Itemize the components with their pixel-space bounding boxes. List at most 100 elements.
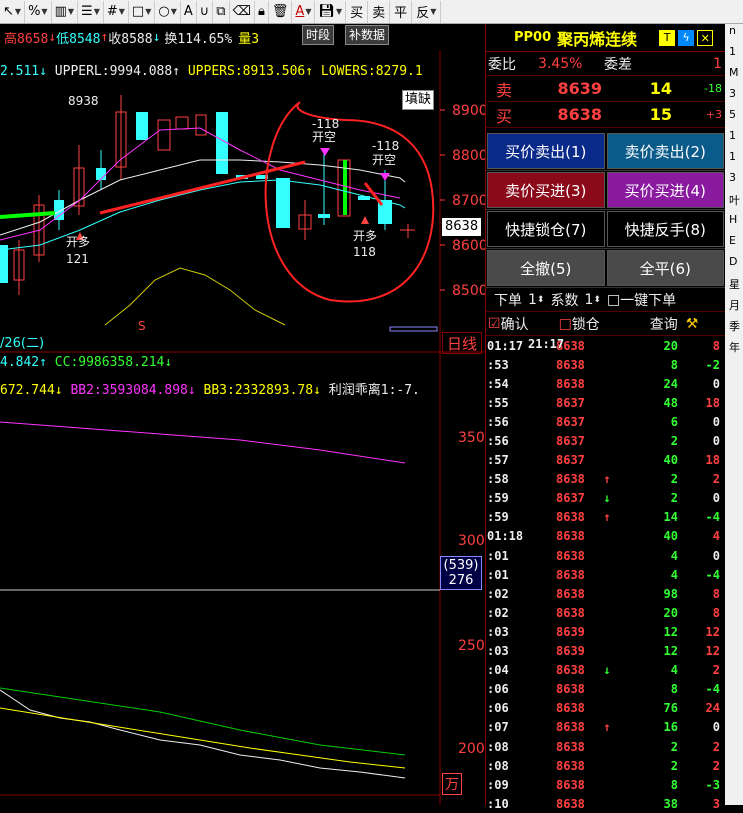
tick-volume: 20 bbox=[663, 338, 678, 353]
tick-row: :07 8638 ↑ 16 0 bbox=[486, 718, 726, 737]
price-tick-8600: 8600 bbox=[452, 238, 485, 254]
tick-oi: 0 bbox=[712, 548, 720, 563]
color-tool[interactable]: A ▼ bbox=[292, 0, 316, 23]
fill-gap-tag[interactable]: 填缺 bbox=[402, 90, 435, 110]
cancel-all-button[interactable]: 全撤(5) bbox=[487, 250, 605, 286]
buy-price[interactable]: 8638 bbox=[522, 105, 602, 124]
freehand-circle[interactable] bbox=[264, 101, 435, 303]
quick-reverse-button[interactable]: 快捷反手(8) bbox=[606, 211, 724, 247]
edge-item[interactable]: D bbox=[725, 255, 743, 276]
magnet-tool[interactable]: ∪ bbox=[197, 0, 214, 23]
stepper-icon[interactable]: ⬍ bbox=[537, 295, 545, 305]
circle-icon: ○ bbox=[158, 4, 170, 19]
ind-v0: 2.511 bbox=[0, 64, 40, 79]
daily-period-label[interactable]: 日线 bbox=[442, 332, 482, 354]
lock-tool[interactable]: 🔒︎ bbox=[255, 0, 269, 23]
tick-oi: 8 bbox=[712, 338, 720, 353]
period-button[interactable]: 时段 bbox=[302, 25, 335, 45]
coef-qty[interactable]: 1 bbox=[578, 292, 593, 308]
close-position-button[interactable]: 平 bbox=[390, 0, 413, 23]
trend-line[interactable] bbox=[99, 160, 306, 215]
tick-price: 8639 bbox=[556, 644, 585, 659]
one-key-checkbox[interactable]: □ bbox=[601, 292, 620, 308]
edge-item[interactable]: 季 bbox=[725, 318, 743, 339]
edge-item[interactable]: 叶 bbox=[725, 192, 743, 213]
arrow-down-icon: ↓ bbox=[48, 29, 57, 45]
edge-item[interactable]: 3 bbox=[725, 171, 743, 192]
query-button[interactable]: 查询 bbox=[600, 314, 678, 334]
tick-row: :01 8638 4 -4 bbox=[486, 565, 726, 584]
save-tool[interactable]: 💾︎ ▼ bbox=[315, 0, 347, 23]
ind-lowers: LOWERS:8279.1 bbox=[320, 64, 423, 79]
edge-item[interactable]: 1 bbox=[725, 45, 743, 66]
ask-price-sell-button[interactable]: 卖价卖出(2) bbox=[606, 133, 724, 169]
tick-price: 8638 bbox=[556, 701, 585, 716]
ask-price-buy-button[interactable]: 卖价买进(3) bbox=[487, 172, 605, 208]
grid-tool[interactable]: # ▼ bbox=[104, 0, 129, 23]
text-a-icon: A bbox=[183, 4, 193, 19]
tick-volume: 2 bbox=[670, 491, 678, 506]
ma-line-green bbox=[0, 211, 56, 219]
ind3-lr: 利润乖离1:-7. bbox=[328, 383, 420, 398]
tick-oi: 0 bbox=[712, 491, 720, 506]
tick-oi: 12 bbox=[705, 644, 720, 659]
kline-chart[interactable]: 8900 8800 8700 8600 8500 350 300 250 200… bbox=[0, 24, 485, 805]
tick-time: :03 bbox=[487, 624, 509, 639]
edge-item[interactable]: 星 bbox=[725, 276, 743, 297]
confirm-checkbox[interactable]: ☑ bbox=[486, 316, 501, 332]
tick-oi: 0 bbox=[712, 414, 720, 429]
stepper-icon[interactable]: ⬍ bbox=[593, 295, 601, 305]
bid-price-buy-button[interactable]: 买价买进(4) bbox=[606, 172, 724, 208]
tick-row: :57 8637 40 18 bbox=[486, 451, 726, 470]
tick-time: :02 bbox=[487, 586, 509, 601]
quick-lock-button[interactable]: 快捷锁仓(7) bbox=[487, 211, 605, 247]
buy-price-sell-button[interactable]: 买价卖出(1) bbox=[487, 133, 605, 169]
buy-label: 买 bbox=[495, 106, 512, 126]
tick-price: 8638 bbox=[556, 777, 585, 792]
clear-tool[interactable]: ⌫ bbox=[230, 0, 255, 23]
close-all-button[interactable]: 全平(6) bbox=[606, 250, 724, 286]
edge-item[interactable]: 5 bbox=[725, 108, 743, 129]
close-icon[interactable]: ✕ bbox=[697, 29, 714, 46]
patch-data-button[interactable]: 补数据 bbox=[345, 25, 390, 45]
layout-tool[interactable]: ▥ ▼ bbox=[52, 0, 79, 23]
edge-item[interactable]: M bbox=[725, 66, 743, 87]
tool-icon[interactable]: ⚒ bbox=[678, 316, 699, 332]
t-icon[interactable]: T bbox=[659, 29, 676, 46]
sell-price[interactable]: 8639 bbox=[522, 79, 602, 98]
edge-item[interactable]: H bbox=[725, 213, 743, 234]
copy-tool[interactable]: ⧉ bbox=[213, 0, 230, 23]
lightning-icon[interactable]: ϟ bbox=[678, 29, 695, 46]
edge-item[interactable]: 月 bbox=[725, 297, 743, 318]
circle-tool[interactable]: ○ ▼ bbox=[155, 0, 181, 23]
tick-price: 8638 bbox=[556, 510, 585, 525]
edge-item[interactable]: 年 bbox=[725, 339, 743, 360]
tick-row: :08 8638 2 2 bbox=[486, 737, 726, 756]
edge-item[interactable]: E bbox=[725, 234, 743, 255]
tick-time: :08 bbox=[487, 739, 509, 754]
tick-row: :08 8638 2 2 bbox=[486, 756, 726, 775]
order-qty[interactable]: 1 bbox=[522, 292, 537, 308]
edge-item[interactable]: n bbox=[725, 24, 743, 45]
tick-oi: 18 bbox=[705, 395, 720, 410]
pointer-tool[interactable]: ↖ ▼ bbox=[0, 0, 26, 23]
reverse-button[interactable]: 反 ▼ bbox=[412, 0, 442, 23]
tick-time: :04 bbox=[487, 663, 509, 678]
tick-oi: -3 bbox=[705, 777, 720, 792]
buy-button[interactable]: 买 bbox=[346, 0, 369, 23]
weibi-label: 委比 bbox=[488, 56, 516, 73]
sell-button[interactable]: 卖 bbox=[368, 0, 391, 23]
edge-item[interactable]: 1 bbox=[725, 150, 743, 171]
list-tool[interactable]: ☰ ▼ bbox=[78, 0, 104, 23]
lock-checkbox[interactable]: □ bbox=[529, 316, 572, 332]
text-tool[interactable]: A bbox=[181, 0, 197, 23]
rect-tool[interactable]: □ ▼ bbox=[129, 0, 156, 23]
edge-item[interactable]: 1 bbox=[725, 129, 743, 150]
ticker: PP00 bbox=[514, 30, 552, 45]
delete-tool[interactable]: 🗑︎ bbox=[269, 0, 293, 23]
tick-row: 01:17 8638 20 8 bbox=[486, 336, 726, 355]
edge-item[interactable]: 3 bbox=[725, 87, 743, 108]
tick-oi: 2 bbox=[712, 472, 720, 487]
open-long-label: 开多 bbox=[66, 235, 90, 249]
percent-tool[interactable]: % ▼ bbox=[25, 0, 52, 23]
